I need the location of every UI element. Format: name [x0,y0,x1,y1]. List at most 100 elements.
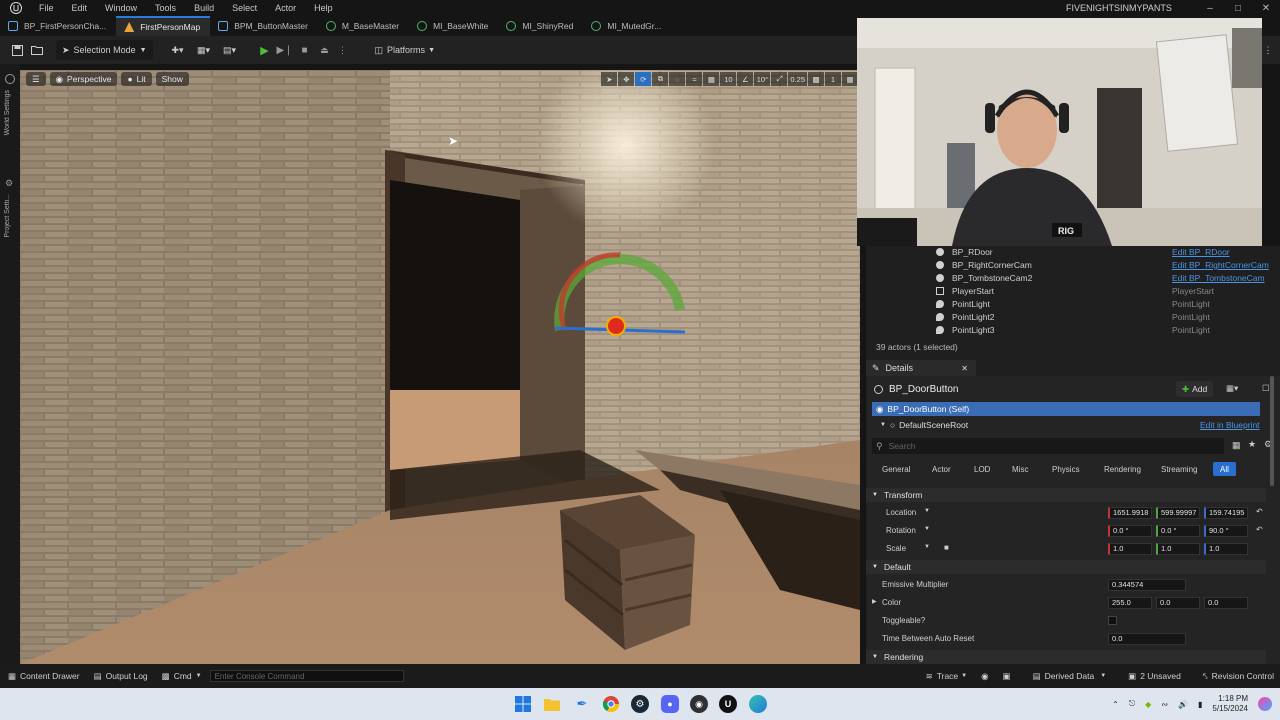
save-icon[interactable] [10,40,24,60]
cinematics-icon[interactable]: ▤▾ [219,40,241,60]
nvidia-icon[interactable]: ◆ [1145,700,1151,709]
add-component-button[interactable]: ✚ Add [1176,381,1214,397]
outliner-row[interactable]: BP_RightCornerCam Edit BP_RightCornerCam [866,259,1280,272]
outliner-row[interactable]: BP_RDoor Edit BP_RDoor [866,246,1280,259]
emissive-field[interactable]: 0.344574 [1108,579,1186,591]
chevron-down-icon[interactable]: ▼ [924,544,930,550]
transform-section-header[interactable]: ▼ Transform [866,488,1266,502]
trace-dropdown[interactable]: ≋ Trace ▼ [926,671,968,682]
tab-firstpersonmap[interactable]: FirstPersonMap [116,16,211,36]
outliner-row[interactable]: BP_TombstoneCam2 Edit BP_TombstoneCam [866,272,1280,285]
scale-icon[interactable]: ⧉ [652,72,669,86]
revision-control-button[interactable]: ⤣ Revision Control [1203,671,1274,682]
reset-arrow-icon[interactable]: ↶ [1256,507,1263,516]
location-y-field[interactable]: 599.99997 [1156,507,1200,519]
scale-label[interactable]: Scale [886,544,906,553]
battery-icon[interactable]: ▮ [1198,700,1202,709]
menu-edit[interactable]: Edit [63,3,97,13]
notification-icon[interactable] [1258,697,1272,711]
menu-help[interactable]: Help [305,3,342,13]
category-streaming[interactable]: Streaming [1161,462,1197,476]
rotate-icon[interactable]: ⟳ [635,72,652,86]
eject-icon[interactable]: ⏏ [317,40,333,60]
location-x-field[interactable]: 1651.9918 [1108,507,1152,519]
color-b-field[interactable]: 0.0 [1204,597,1248,609]
menu-build[interactable]: Build [185,3,223,13]
tab-m-basemaster[interactable]: M_BaseMaster [318,16,409,36]
unreal-logo-icon[interactable] [8,1,24,15]
tab-mi-mutedgreen[interactable]: MI_MutedGr... [583,16,671,36]
content-browser-icon[interactable] [28,40,46,60]
rotation-snap-icon[interactable]: ∠ [737,72,754,86]
microphone-icon[interactable]: ⎋ [1129,699,1135,709]
default-section-header[interactable]: ▼ Default [866,560,1266,574]
outliner-row[interactable]: PointLight PointLight [866,298,1280,311]
screenshot-icon[interactable]: ▣ [1003,671,1011,682]
edit-in-blueprint-link[interactable]: Edit in Blueprint [1200,420,1260,430]
steam-icon[interactable]: ⚙ [631,695,649,713]
unsaved-button[interactable]: ▣ 2 Unsaved [1128,671,1181,682]
level-viewport[interactable]: ☰ ◉ Perspective ● Lit Show ➤ ✥ ⟳ ⧉ ◌ ≈ ▦ 1… [20,70,860,664]
grid-snap-icon[interactable]: ▦ [703,72,720,86]
viewport-menu-button[interactable]: ☰ [26,72,46,86]
settings-icon[interactable]: ⋮ [1260,40,1276,60]
scale-x-field[interactable]: 1.0 [1108,543,1152,555]
add-actor-icon[interactable]: ✚▾ [167,40,189,60]
content-drawer-button[interactable]: ▦ Content Drawer [8,671,80,682]
show-button[interactable]: Show [155,72,189,86]
file-explorer-icon[interactable] [543,695,561,713]
rotation-label[interactable]: Rotation [886,526,916,535]
pen-app-icon[interactable]: ✒ [573,695,591,713]
rotation-y-field[interactable]: 0.0 ° [1156,525,1200,537]
advance-frame-icon[interactable]: ▶❘ [277,40,293,60]
category-all[interactable]: All [1213,462,1236,476]
menu-select[interactable]: Select [223,3,266,13]
details-search-box[interactable]: ⚲ Search [872,438,1224,454]
chevron-down-icon[interactable]: ▼ [924,508,930,514]
record-icon[interactable]: ◉ [981,671,988,682]
scale-z-field[interactable]: 1.0 [1204,543,1248,555]
blueprint-options-icon[interactable]: ▦▾ [1226,383,1238,394]
clock[interactable]: 1:18 PM 5/15/2024 [1212,694,1248,714]
scale-snap-icon[interactable]: ⤢ [771,72,788,86]
menu-file[interactable]: File [30,3,63,13]
rotation-x-field[interactable]: 0.0 ° [1108,525,1152,537]
wifi-icon[interactable]: ∾ [1161,700,1168,709]
surface-snap-icon[interactable]: ≈ [686,72,703,86]
color-g-field[interactable]: 0.0 [1156,597,1200,609]
output-log-button[interactable]: ▤ Output Log [94,671,148,682]
category-actor[interactable]: Actor [932,462,951,476]
location-z-field[interactable]: 159.74195 [1204,507,1248,519]
outliner-row[interactable]: PointLight2 PointLight [866,311,1280,324]
rotation-snap-value[interactable]: 10° [754,72,771,86]
lock-scale-icon[interactable]: ■ [944,543,949,552]
camera-speed-icon[interactable]: ▩ [808,72,824,86]
minimize-icon[interactable]: – [1196,0,1224,16]
outliner-row[interactable]: PointLight3 PointLight [866,324,1280,337]
category-physics[interactable]: Physics [1052,462,1080,476]
time-reset-field[interactable]: 0.0 [1108,633,1186,645]
windows-start-icon[interactable] [514,695,532,713]
stop-icon[interactable]: ■ [297,40,313,60]
chevron-up-icon[interactable]: ⌃ [1112,700,1119,709]
volume-icon[interactable]: 🔊 [1178,700,1188,709]
platforms-dropdown[interactable]: ◫ Platforms ▼ [369,40,441,60]
perspective-button[interactable]: ◉ Perspective [49,72,118,86]
chevron-right-icon[interactable]: ▶ [872,598,877,605]
world-settings-tab[interactable]: World Settings [4,90,11,135]
blueprints-icon[interactable]: ▦▾ [193,40,215,60]
grid-snap-value[interactable]: 10 [720,72,737,86]
category-misc[interactable]: Misc [1012,462,1028,476]
unreal-engine-icon[interactable]: U [719,695,737,713]
discord-icon[interactable]: ● [661,695,679,713]
chevron-down-icon[interactable]: ▼ [924,526,930,532]
lit-button[interactable]: ● Lit [121,72,152,86]
location-label[interactable]: Location [886,508,916,517]
menu-actor[interactable]: Actor [266,3,305,13]
edit-blueprint-link[interactable]: Edit BP_TombstoneCam [1172,273,1265,283]
scale-snap-value[interactable]: 0.25 [788,72,807,86]
world-local-icon[interactable]: ◌ [669,72,686,86]
color-r-field[interactable]: 255.0 [1108,597,1152,609]
obs-icon[interactable]: ◉ [690,695,708,713]
close-tab-icon[interactable]: ✕ [961,364,968,373]
